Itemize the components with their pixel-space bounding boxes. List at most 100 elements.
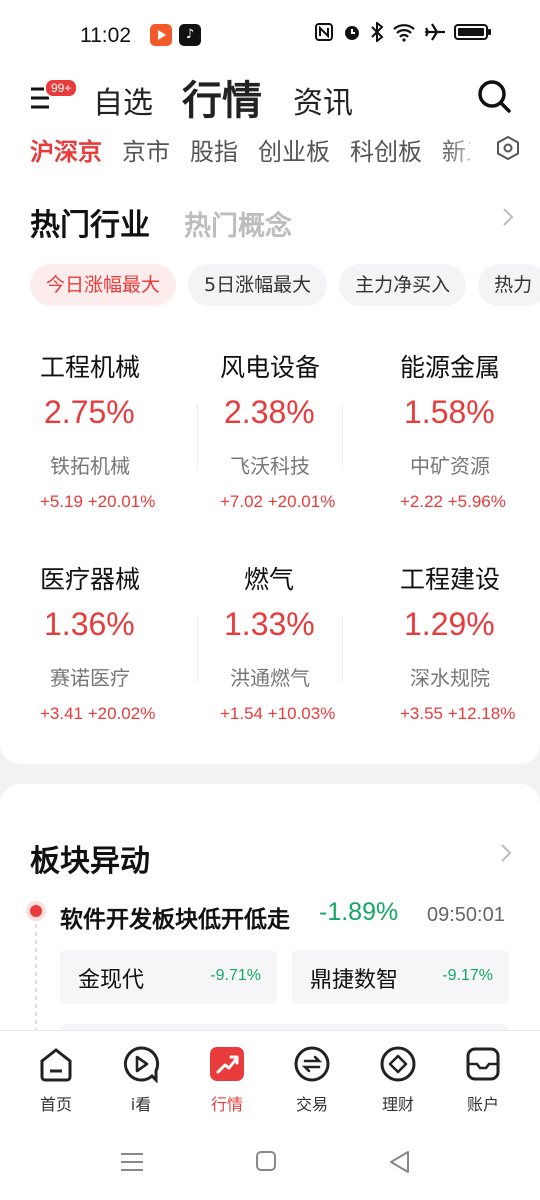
stock-chip[interactable]: 金现代 -9.71% [60, 950, 277, 1004]
chip-5day-top-gain[interactable]: 5日涨幅最大 [188, 264, 328, 306]
battery-icon [454, 24, 491, 40]
divider [197, 616, 198, 682]
airplane-icon [425, 23, 445, 41]
industry-name: 工程建设 [400, 565, 501, 594]
sub-tab-chinext[interactable]: 创业板 [258, 132, 330, 167]
event-text[interactable]: 软件开发板块低开低走 [60, 900, 290, 934]
tab-hot-industry[interactable]: 热门行业 [30, 200, 150, 244]
nav-home[interactable]: 首页 [11, 1045, 101, 1115]
leading-stock: 赛诺医疗 [50, 666, 130, 690]
industry-cell[interactable]: 风电设备 2.38% 飞沃科技 +7.02 +20.01% [180, 332, 360, 542]
status-bar: 11:02 ♪ [0, 0, 540, 72]
event-pct: -1.89% [319, 898, 399, 926]
leading-stock-change: +7.02 +20.01% [220, 492, 336, 511]
home-button-icon[interactable] [255, 1150, 279, 1174]
industry-cell[interactable]: 医疗器械 1.36% 赛诺医疗 +3.41 +20.02% [0, 544, 180, 754]
home-icon [40, 1048, 72, 1082]
industry-pct: 1.29% [404, 606, 495, 642]
stock-change: -9.71% [210, 967, 261, 984]
industry-pct: 1.36% [44, 606, 135, 642]
leading-stock-change: +3.41 +20.02% [40, 704, 156, 723]
system-navigation-bar [0, 1126, 540, 1200]
industry-name: 能源金属 [400, 353, 501, 382]
sector-movement-title: 板块异动 [30, 844, 150, 879]
header: 99+ 自选 行情 资讯 沪深京 京市 股指 创业板 科创板 新三 [0, 72, 540, 182]
chevron-right-icon[interactable] [498, 842, 514, 864]
nav-label: 账户 [466, 1095, 499, 1114]
industry-pct: 2.75% [44, 394, 135, 430]
status-time: 11:02 [80, 24, 131, 47]
nav-trade[interactable]: 交易 [267, 1045, 357, 1115]
nav-label: 理财 [381, 1095, 414, 1114]
nav-account[interactable]: 账户 [438, 1045, 528, 1115]
tab-watchlist[interactable]: 自选 [93, 78, 153, 122]
chip-main-net-buy[interactable]: 主力净买入 [339, 264, 467, 306]
chip-heat[interactable]: 热力 [478, 264, 540, 306]
sub-tabs: 沪深京 京市 股指 创业板 科创板 新三 [30, 132, 470, 167]
leading-stock: 洪通燃气 [230, 666, 310, 690]
industry-cell[interactable]: 能源金属 1.58% 中矿资源 +2.22 +5.96% [360, 332, 540, 542]
timeline-line [35, 924, 37, 1044]
industry-cell[interactable]: 工程建设 1.29% 深水规院 +3.55 +12.18% [360, 544, 540, 754]
nav-label: 首页 [39, 1095, 72, 1114]
search-icon[interactable] [476, 78, 512, 114]
leading-stock-change: +2.22 +5.96% [400, 492, 506, 511]
tab-hot-concept[interactable]: 热门概念 [184, 204, 292, 243]
divider [197, 404, 198, 470]
industry-cell[interactable]: 工程机械 2.75% 铁拓机械 +5.19 +20.01% [0, 332, 180, 542]
tab-market[interactable]: 行情 [182, 68, 262, 126]
industry-name: 燃气 [244, 565, 295, 594]
account-icon [466, 1047, 500, 1081]
leading-stock-change: +1.54 +10.03% [220, 704, 336, 723]
leading-stock-change: +5.19 +20.01% [40, 492, 156, 511]
leading-stock: 深水规院 [410, 666, 490, 690]
industry-pct: 1.58% [404, 394, 495, 430]
play-circle-icon [123, 1046, 160, 1083]
timeline-dot [30, 905, 42, 917]
nav-label: i看 [130, 1095, 152, 1114]
filter-chips: 今日涨幅最大 5日涨幅最大 主力净买入 热力 [30, 264, 540, 306]
bottom-nav: 首页 i看 行情 交易 理财 账户 [0, 1030, 540, 1126]
industry-pct: 2.38% [224, 394, 315, 430]
leading-stock-change: +3.55 +12.18% [400, 704, 516, 723]
status-icons [314, 22, 492, 42]
recent-apps-icon[interactable] [120, 1150, 144, 1174]
industry-name: 工程机械 [40, 353, 141, 382]
nav-wealth[interactable]: 理财 [353, 1045, 443, 1115]
alarm-icon [345, 26, 359, 40]
tiktok-notification-icon: ♪ [179, 24, 201, 46]
leading-stock: 铁拓机械 [50, 454, 130, 478]
tab-news[interactable]: 资讯 [293, 78, 353, 122]
chip-today-top-gain[interactable]: 今日涨幅最大 [30, 264, 177, 306]
sub-tab-star[interactable]: 科创板 [350, 132, 422, 167]
nav-label: 交易 [295, 1095, 328, 1114]
market-trend-icon [210, 1047, 244, 1081]
leading-stock: 飞沃科技 [230, 454, 310, 478]
divider [342, 404, 343, 470]
stock-chip[interactable]: 鼎捷数智 -9.17% [292, 950, 509, 1004]
sub-tab-index[interactable]: 股指 [190, 132, 238, 167]
stock-name: 金现代 [78, 968, 145, 993]
bluetooth-icon [371, 22, 384, 42]
nav-market[interactable]: 行情 [182, 1045, 272, 1115]
industry-pct: 1.33% [224, 606, 315, 642]
chevron-right-icon[interactable] [500, 206, 516, 228]
message-badge[interactable]: 99+ [44, 78, 79, 98]
industry-name: 医疗器械 [40, 565, 141, 594]
event-time: 09:50:01 [427, 904, 505, 926]
stock-change: -9.17% [442, 967, 493, 984]
wifi-icon [393, 24, 415, 42]
exchange-icon [294, 1046, 330, 1082]
hot-industry-card: 热门行业 热门概念 今日涨幅最大 5日涨幅最大 主力净买入 热力 工程机械 2.… [0, 182, 540, 764]
leading-stock: 中矿资源 [410, 454, 490, 478]
industry-cell[interactable]: 燃气 1.33% 洪通燃气 +1.54 +10.03% [180, 544, 360, 754]
sub-tab-bse[interactable]: 京市 [122, 132, 170, 167]
sub-tab-hushenjing[interactable]: 沪深京 [30, 132, 102, 167]
sub-tabs-fade [440, 128, 490, 168]
stock-name: 鼎捷数智 [310, 968, 399, 993]
back-icon[interactable] [388, 1150, 412, 1174]
hexagon-settings-icon[interactable] [496, 136, 520, 160]
sector-movement-card: 板块异动 软件开发板块低开低走 -1.89% 09:50:01 金现代 -9.7… [0, 784, 540, 1044]
nav-ikan[interactable]: i看 [96, 1045, 186, 1115]
industry-name: 风电设备 [220, 353, 321, 382]
